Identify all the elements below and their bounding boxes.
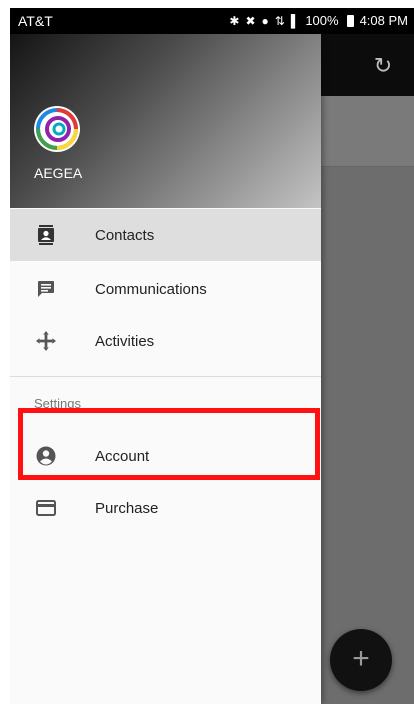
contacts-icon (36, 225, 56, 245)
credit-card-icon (36, 498, 56, 518)
app-name: AEGEA (34, 165, 83, 181)
drawer-item-label: Communications (95, 280, 207, 298)
phone-screen: ↻ + AT&T ✱ ✖ ● ⇅ ▌ 100% 4:08 PM AEGEA Co… (10, 8, 414, 704)
drawer-item-label: Purchase (95, 499, 159, 517)
refresh-icon[interactable]: ↻ (372, 55, 394, 77)
drawer-item-label: Contacts (95, 226, 155, 244)
message-icon (36, 279, 56, 299)
data-icon: ⇅ (274, 13, 285, 28)
status-bar: AT&T ✱ ✖ ● ⇅ ▌ 100% 4:08 PM (10, 8, 414, 34)
drawer-divider (10, 376, 321, 377)
drawer-item-contacts[interactable]: Contacts (10, 209, 321, 261)
add-fab-button[interactable]: + (330, 629, 392, 691)
account-highlight-box (18, 408, 320, 480)
alarm-icon: ● (261, 13, 269, 28)
activities-icon (36, 331, 56, 351)
status-icons: ✱ ✖ ● ⇅ ▌ 100% 4:08 PM (229, 13, 408, 28)
mute-icon: ✖ (245, 13, 256, 28)
drawer-item-label: Activities (95, 332, 155, 350)
bluetooth-icon: ✱ (229, 13, 240, 28)
drawer-item-purchase[interactable]: Purchase (10, 482, 321, 534)
battery-icon (346, 14, 354, 27)
signal-icon: ▌ (290, 13, 300, 28)
drawer-header: AEGEA (10, 34, 321, 208)
navigation-drawer: AEGEA Contacts Communications Activities… (10, 8, 321, 704)
app-logo (34, 106, 80, 152)
drawer-item-communications[interactable]: Communications (10, 263, 321, 315)
drawer-item-activities[interactable]: Activities (10, 315, 321, 367)
clock: 4:08 PM (359, 13, 408, 28)
carrier-label: AT&T (18, 13, 53, 29)
battery-percent: 100% (305, 13, 339, 28)
